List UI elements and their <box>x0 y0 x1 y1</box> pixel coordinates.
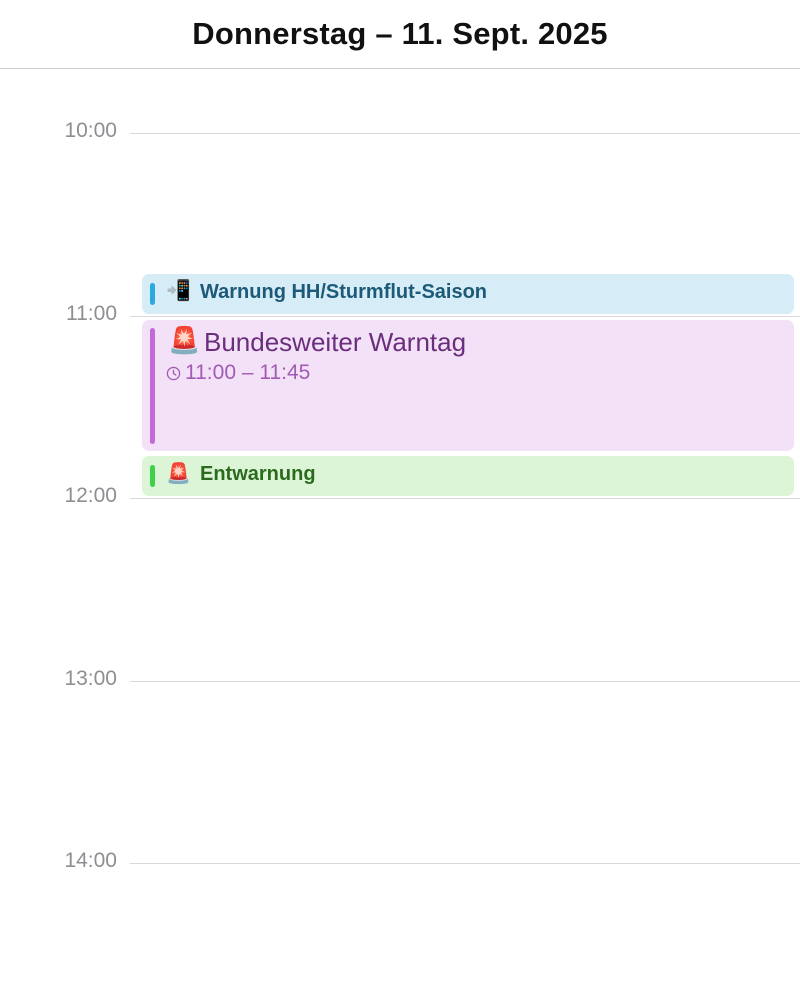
event-color-bar <box>150 465 155 487</box>
event-title: Warnung HH/Sturmflut-Saison <box>200 281 488 303</box>
clock-icon <box>166 366 181 380</box>
hour-label: 14:00 <box>64 849 117 872</box>
event-color-bar <box>150 328 155 444</box>
hour-label: 12:00 <box>64 484 117 507</box>
hour-row-13: 13:00 <box>0 667 800 690</box>
event-time: 11:00 – 11:45 <box>166 361 310 385</box>
event-title: Bundesweiter Warntag <box>204 327 467 357</box>
day-header: Donnerstag – 11. Sept. 2025 <box>0 0 800 69</box>
hour-divider <box>130 133 800 134</box>
hour-label: 10:00 <box>64 119 117 142</box>
hour-divider <box>130 681 800 682</box>
hour-divider <box>130 863 800 864</box>
event-time-range: 11:00 – 11:45 <box>185 361 311 384</box>
day-timeline[interactable]: 10:00 11:00 12:00 13:00 14:00 📲 Warnung … <box>0 70 800 1000</box>
police-light-icon: 🚨 <box>166 463 191 485</box>
hour-label: 13:00 <box>64 667 117 690</box>
event-entwarnung[interactable]: 🚨 Entwarnung <box>142 456 794 496</box>
hour-row-11: 11:00 <box>0 302 800 325</box>
page-title: Donnerstag – 11. Sept. 2025 <box>192 16 608 51</box>
calendar-day-view: Donnerstag – 11. Sept. 2025 10:00 11:00 … <box>0 0 800 1000</box>
hour-divider <box>130 316 800 317</box>
event-color-bar <box>150 283 155 305</box>
hour-divider <box>130 498 800 499</box>
hour-row-12: 12:00 <box>0 484 800 507</box>
mobile-phone-incoming-icon: 📲 <box>166 280 191 302</box>
hour-row-14: 14:00 <box>0 849 800 872</box>
hour-label: 11:00 <box>66 302 117 325</box>
hour-row-10: 10:00 <box>0 119 800 142</box>
event-title: Entwarnung <box>200 463 316 485</box>
event-warnung-sturmflut[interactable]: 📲 Warnung HH/Sturmflut-Saison <box>142 274 794 314</box>
event-bundesweiter-warntag[interactable]: 🚨 Bundesweiter Warntag 11:00 – 11:45 <box>142 320 794 451</box>
police-light-icon: 🚨 <box>168 325 201 355</box>
